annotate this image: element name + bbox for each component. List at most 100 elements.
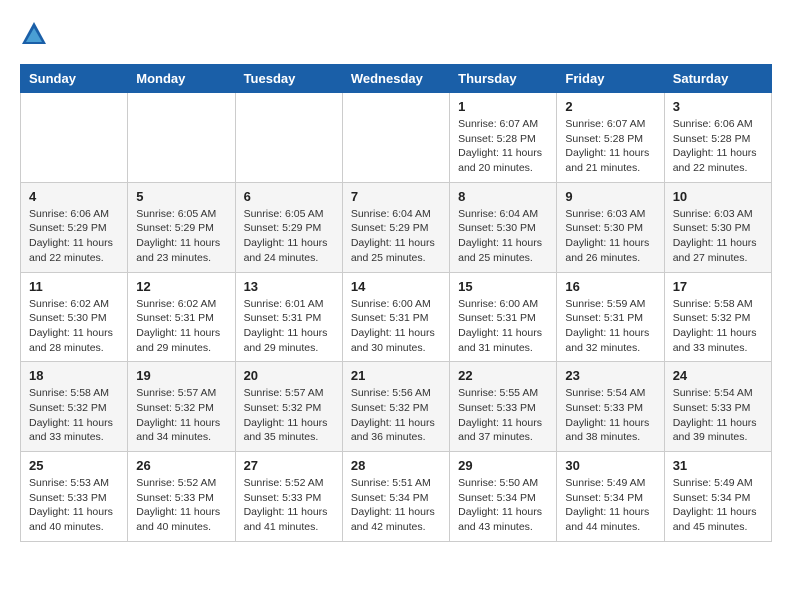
calendar-cell: 21 Sunrise: 5:56 AM Sunset: 5:32 PM Dayli… bbox=[342, 362, 449, 452]
day-header-wednesday: Wednesday bbox=[342, 65, 449, 93]
calendar-cell: 19 Sunrise: 5:57 AM Sunset: 5:32 PM Dayli… bbox=[128, 362, 235, 452]
day-header-friday: Friday bbox=[557, 65, 664, 93]
day-info: Sunrise: 6:00 AM Sunset: 5:31 PM Dayligh… bbox=[458, 297, 548, 356]
day-info: Sunrise: 5:52 AM Sunset: 5:33 PM Dayligh… bbox=[244, 476, 334, 535]
calendar-cell: 11 Sunrise: 6:02 AM Sunset: 5:30 PM Dayli… bbox=[21, 272, 128, 362]
day-header-sunday: Sunday bbox=[21, 65, 128, 93]
day-number: 26 bbox=[136, 458, 226, 473]
day-number: 9 bbox=[565, 189, 655, 204]
day-info: Sunrise: 5:54 AM Sunset: 5:33 PM Dayligh… bbox=[565, 386, 655, 445]
day-number: 3 bbox=[673, 99, 763, 114]
day-header-thursday: Thursday bbox=[450, 65, 557, 93]
day-info: Sunrise: 5:54 AM Sunset: 5:33 PM Dayligh… bbox=[673, 386, 763, 445]
day-number: 19 bbox=[136, 368, 226, 383]
day-number: 12 bbox=[136, 279, 226, 294]
day-number: 17 bbox=[673, 279, 763, 294]
calendar-cell: 31 Sunrise: 5:49 AM Sunset: 5:34 PM Dayli… bbox=[664, 452, 771, 542]
day-info: Sunrise: 6:02 AM Sunset: 5:30 PM Dayligh… bbox=[29, 297, 119, 356]
day-number: 10 bbox=[673, 189, 763, 204]
calendar-cell: 22 Sunrise: 5:55 AM Sunset: 5:33 PM Dayli… bbox=[450, 362, 557, 452]
day-info: Sunrise: 5:55 AM Sunset: 5:33 PM Dayligh… bbox=[458, 386, 548, 445]
day-info: Sunrise: 5:52 AM Sunset: 5:33 PM Dayligh… bbox=[136, 476, 226, 535]
logo bbox=[20, 20, 52, 48]
calendar-cell: 28 Sunrise: 5:51 AM Sunset: 5:34 PM Dayli… bbox=[342, 452, 449, 542]
day-info: Sunrise: 6:04 AM Sunset: 5:30 PM Dayligh… bbox=[458, 207, 548, 266]
calendar-cell: 20Sunrise: 5:57 AM Sunset: 5:32 PM Dayli… bbox=[235, 362, 342, 452]
calendar-cell: 2 Sunrise: 6:07 AM Sunset: 5:28 PM Daylig… bbox=[557, 93, 664, 183]
day-number: 21 bbox=[351, 368, 441, 383]
page-header bbox=[20, 20, 772, 48]
day-info: Sunrise: 6:01 AM Sunset: 5:31 PM Dayligh… bbox=[244, 297, 334, 356]
day-info: Sunrise: 6:06 AM Sunset: 5:29 PM Dayligh… bbox=[29, 207, 119, 266]
calendar-cell: 8 Sunrise: 6:04 AM Sunset: 5:30 PM Daylig… bbox=[450, 182, 557, 272]
day-info: Sunrise: 6:03 AM Sunset: 5:30 PM Dayligh… bbox=[673, 207, 763, 266]
day-info: Sunrise: 5:57 AM Sunset: 5:32 PM Dayligh… bbox=[136, 386, 226, 445]
day-number: 7 bbox=[351, 189, 441, 204]
day-header-monday: Monday bbox=[128, 65, 235, 93]
calendar-cell bbox=[235, 93, 342, 183]
day-header-saturday: Saturday bbox=[664, 65, 771, 93]
day-info: Sunrise: 5:57 AM Sunset: 5:32 PM Dayligh… bbox=[244, 386, 334, 445]
day-info: Sunrise: 5:49 AM Sunset: 5:34 PM Dayligh… bbox=[565, 476, 655, 535]
day-info: Sunrise: 5:59 AM Sunset: 5:31 PM Dayligh… bbox=[565, 297, 655, 356]
week-row-4: 18 Sunrise: 5:58 AM Sunset: 5:32 PM Dayli… bbox=[21, 362, 772, 452]
day-info: Sunrise: 5:53 AM Sunset: 5:33 PM Dayligh… bbox=[29, 476, 119, 535]
day-number: 11 bbox=[29, 279, 119, 294]
day-number: 2 bbox=[565, 99, 655, 114]
calendar-cell: 24Sunrise: 5:54 AM Sunset: 5:33 PM Dayli… bbox=[664, 362, 771, 452]
calendar-cell bbox=[21, 93, 128, 183]
calendar-cell: 26 Sunrise: 5:52 AM Sunset: 5:33 PM Dayli… bbox=[128, 452, 235, 542]
day-number: 13 bbox=[244, 279, 334, 294]
calendar-cell: 30 Sunrise: 5:49 AM Sunset: 5:34 PM Dayli… bbox=[557, 452, 664, 542]
day-info: Sunrise: 6:07 AM Sunset: 5:28 PM Dayligh… bbox=[458, 117, 548, 176]
logo-icon bbox=[20, 20, 48, 48]
week-row-2: 4 Sunrise: 6:06 AM Sunset: 5:29 PM Daylig… bbox=[21, 182, 772, 272]
day-info: Sunrise: 6:03 AM Sunset: 5:30 PM Dayligh… bbox=[565, 207, 655, 266]
calendar-cell: 1Sunrise: 6:07 AM Sunset: 5:28 PM Daylig… bbox=[450, 93, 557, 183]
header-row: SundayMondayTuesdayWednesdayThursdayFrid… bbox=[21, 65, 772, 93]
calendar-cell: 5 Sunrise: 6:05 AM Sunset: 5:29 PM Daylig… bbox=[128, 182, 235, 272]
week-row-3: 11 Sunrise: 6:02 AM Sunset: 5:30 PM Dayli… bbox=[21, 272, 772, 362]
day-number: 8 bbox=[458, 189, 548, 204]
calendar-cell: 23Sunrise: 5:54 AM Sunset: 5:33 PM Dayli… bbox=[557, 362, 664, 452]
calendar-cell: 7 Sunrise: 6:04 AM Sunset: 5:29 PM Daylig… bbox=[342, 182, 449, 272]
calendar-cell: 4 Sunrise: 6:06 AM Sunset: 5:29 PM Daylig… bbox=[21, 182, 128, 272]
day-number: 29 bbox=[458, 458, 548, 473]
calendar-cell: 14Sunrise: 6:00 AM Sunset: 5:31 PM Dayli… bbox=[342, 272, 449, 362]
day-info: Sunrise: 6:05 AM Sunset: 5:29 PM Dayligh… bbox=[136, 207, 226, 266]
calendar-cell: 10 Sunrise: 6:03 AM Sunset: 5:30 PM Dayli… bbox=[664, 182, 771, 272]
day-info: Sunrise: 5:49 AM Sunset: 5:34 PM Dayligh… bbox=[673, 476, 763, 535]
day-number: 30 bbox=[565, 458, 655, 473]
day-info: Sunrise: 6:05 AM Sunset: 5:29 PM Dayligh… bbox=[244, 207, 334, 266]
week-row-1: 1Sunrise: 6:07 AM Sunset: 5:28 PM Daylig… bbox=[21, 93, 772, 183]
day-info: Sunrise: 5:50 AM Sunset: 5:34 PM Dayligh… bbox=[458, 476, 548, 535]
day-info: Sunrise: 5:51 AM Sunset: 5:34 PM Dayligh… bbox=[351, 476, 441, 535]
calendar-cell: 17Sunrise: 5:58 AM Sunset: 5:32 PM Dayli… bbox=[664, 272, 771, 362]
week-row-5: 25 Sunrise: 5:53 AM Sunset: 5:33 PM Dayli… bbox=[21, 452, 772, 542]
calendar-cell: 12 Sunrise: 6:02 AM Sunset: 5:31 PM Dayli… bbox=[128, 272, 235, 362]
day-number: 18 bbox=[29, 368, 119, 383]
day-info: Sunrise: 6:04 AM Sunset: 5:29 PM Dayligh… bbox=[351, 207, 441, 266]
day-number: 25 bbox=[29, 458, 119, 473]
calendar-cell: 6 Sunrise: 6:05 AM Sunset: 5:29 PM Daylig… bbox=[235, 182, 342, 272]
calendar-cell bbox=[128, 93, 235, 183]
day-number: 6 bbox=[244, 189, 334, 204]
day-info: Sunrise: 5:58 AM Sunset: 5:32 PM Dayligh… bbox=[29, 386, 119, 445]
day-info: Sunrise: 5:56 AM Sunset: 5:32 PM Dayligh… bbox=[351, 386, 441, 445]
calendar-cell: 29 Sunrise: 5:50 AM Sunset: 5:34 PM Dayli… bbox=[450, 452, 557, 542]
day-info: Sunrise: 6:07 AM Sunset: 5:28 PM Dayligh… bbox=[565, 117, 655, 176]
day-info: Sunrise: 6:02 AM Sunset: 5:31 PM Dayligh… bbox=[136, 297, 226, 356]
day-number: 28 bbox=[351, 458, 441, 473]
calendar-table: SundayMondayTuesdayWednesdayThursdayFrid… bbox=[20, 64, 772, 542]
day-number: 27 bbox=[244, 458, 334, 473]
calendar-cell: 16Sunrise: 5:59 AM Sunset: 5:31 PM Dayli… bbox=[557, 272, 664, 362]
day-number: 14 bbox=[351, 279, 441, 294]
day-number: 31 bbox=[673, 458, 763, 473]
calendar-cell: 25 Sunrise: 5:53 AM Sunset: 5:33 PM Dayli… bbox=[21, 452, 128, 542]
calendar-cell: 13 Sunrise: 6:01 AM Sunset: 5:31 PM Dayli… bbox=[235, 272, 342, 362]
day-number: 5 bbox=[136, 189, 226, 204]
day-number: 4 bbox=[29, 189, 119, 204]
day-number: 22 bbox=[458, 368, 548, 383]
calendar-cell: 9 Sunrise: 6:03 AM Sunset: 5:30 PM Daylig… bbox=[557, 182, 664, 272]
calendar-header: SundayMondayTuesdayWednesdayThursdayFrid… bbox=[21, 65, 772, 93]
